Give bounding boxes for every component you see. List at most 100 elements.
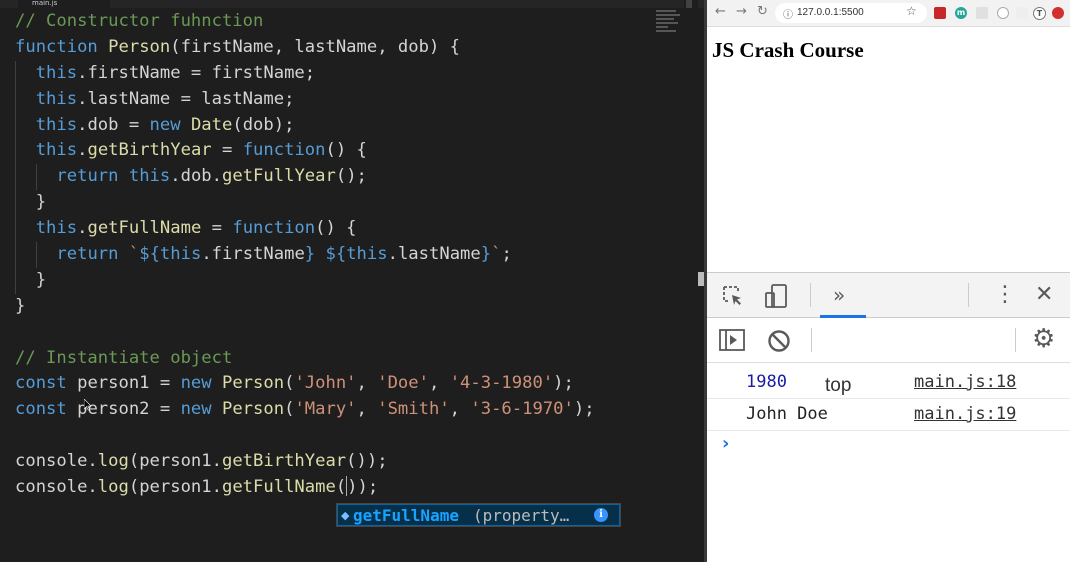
code-token: 'Mary': [294, 399, 357, 420]
bookmark-star-icon[interactable]: ☆: [906, 4, 917, 18]
code-line[interactable]: function Person(firstName, lastName, dob…: [15, 35, 595, 61]
code-line[interactable]: console.log(person1.getFullName());: [15, 475, 595, 501]
code-token: () {: [325, 140, 367, 161]
code-token: '4-3-1980': [449, 373, 554, 394]
device-toolbar-icon[interactable]: [764, 283, 790, 315]
code-token: person1 =: [66, 373, 181, 394]
more-tabs-chevron-icon[interactable]: »: [833, 283, 845, 307]
code-token: (person1.: [128, 477, 222, 498]
code-token: console.: [15, 451, 98, 472]
code-line[interactable]: this.firstName = firstName;: [15, 60, 595, 87]
log-source-link[interactable]: main.js:19: [914, 404, 1016, 424]
editor-scrollbar[interactable]: [684, 0, 698, 562]
extension-box-icon[interactable]: [1016, 7, 1028, 19]
extension-red-icon[interactable]: [934, 7, 946, 19]
suggestion-label: getFullName: [353, 505, 459, 525]
code-token: new: [180, 373, 212, 394]
code-token: .: [77, 140, 88, 161]
code-token: getFullName: [87, 218, 202, 239]
code-token: );: [553, 373, 574, 394]
console-log-row: 1980 main.js:18: [707, 366, 1070, 399]
log-source-link[interactable]: main.js:18: [914, 372, 1016, 392]
toolbar-separator: [811, 328, 812, 352]
code-token: 'Doe': [377, 373, 429, 394]
code-token: function: [232, 218, 316, 239]
code-line[interactable]: }: [15, 294, 595, 320]
extension-red-circle-icon[interactable]: [1052, 7, 1064, 19]
log-message: 1980: [746, 372, 787, 392]
code-token: Person: [221, 399, 285, 420]
forward-arrow-icon[interactable]: →: [736, 4, 747, 20]
code-line[interactable]: console.log(person1.getBirthYear());: [15, 449, 595, 475]
inspect-element-icon[interactable]: [721, 284, 745, 314]
code-line[interactable]: [15, 423, 595, 449]
code-token: ,: [428, 373, 450, 394]
code-line[interactable]: // Instantiate object: [15, 346, 595, 372]
kebab-menu-icon[interactable]: ⋮: [994, 283, 1016, 307]
code-line[interactable]: // Constructor fuhnction: [15, 9, 595, 35]
code-token: this: [35, 218, 78, 239]
extension-circle-icon[interactable]: [997, 7, 1009, 19]
code-line[interactable]: [15, 320, 595, 346]
code-token: ());: [346, 451, 388, 472]
console-toolbar: top ⚙: [707, 318, 1070, 396]
code-line[interactable]: this.getFullName = function() {: [15, 216, 595, 243]
split-handle[interactable]: [698, 272, 704, 286]
code-token: new: [149, 114, 181, 135]
code-token: new: [180, 399, 212, 420]
reload-icon[interactable]: ↻: [757, 4, 768, 20]
code-line[interactable]: }: [15, 190, 595, 217]
code-token: Date: [190, 114, 233, 135]
code-token: ,: [356, 373, 378, 394]
code-line[interactable]: return `${this.firstName} ${this.lastNam…: [15, 242, 595, 268]
back-arrow-icon[interactable]: ←: [715, 4, 726, 20]
code-token: this: [35, 62, 78, 83]
extension-grey-icon[interactable]: [976, 7, 988, 19]
extension-t-icon[interactable]: T: [1033, 7, 1046, 20]
code-token: this: [35, 88, 78, 109]
indent-guide: [35, 164, 37, 191]
code-token: Person: [108, 36, 171, 57]
code-token: ,: [449, 399, 471, 420]
toolbar-separator: [810, 283, 811, 307]
code-token: `: [128, 244, 140, 265]
autocomplete-widget[interactable]: ◆ getFullName (property… i: [336, 503, 621, 527]
browser-toolbar: ← → ↻ ⓘ 127.0.0.1:5500 ☆ m T: [707, 0, 1070, 27]
info-circle-icon[interactable]: ⓘ: [783, 6, 793, 21]
code-line[interactable]: return this.dob.getFullYear();: [15, 164, 595, 191]
code-token: (: [284, 399, 295, 420]
code-area[interactable]: // Constructor fuhnction function Person(…: [15, 9, 595, 501]
code-line[interactable]: const person2 = new Person('Mary', 'Smit…: [15, 397, 595, 423]
sidebar-toggle-icon[interactable]: [719, 329, 745, 357]
scrollbar-thumb[interactable]: [686, 0, 692, 8]
console-prompt-icon[interactable]: ›: [722, 433, 729, 454]
editor-tab-main-js[interactable]: main.js: [18, 0, 110, 8]
info-icon[interactable]: i: [594, 508, 608, 522]
url-text: 127.0.0.1:5500: [797, 7, 864, 18]
code-token: .dob =: [77, 114, 150, 135]
code-line[interactable]: const person1 = new Person('John', 'Doe'…: [15, 371, 595, 397]
code-token: const: [15, 399, 67, 420]
code-line[interactable]: }: [15, 267, 595, 294]
code-token: console.: [15, 477, 98, 498]
code-line[interactable]: this.getBirthYear = function() {: [15, 138, 595, 165]
indent-guide: [15, 190, 16, 217]
console-log-row: John Doe main.js:19: [707, 398, 1070, 431]
address-bar[interactable]: ⓘ 127.0.0.1:5500: [775, 3, 927, 23]
page-heading: JS Crash Course: [712, 38, 864, 62]
code-token: =: [211, 140, 243, 161]
clear-console-icon[interactable]: [767, 329, 791, 359]
code-line[interactable]: this.dob = new Date(dob);: [15, 112, 595, 139]
extension-m-icon[interactable]: m: [955, 7, 967, 19]
close-icon[interactable]: ✕: [1035, 283, 1053, 307]
code-line[interactable]: this.lastName = lastName;: [15, 86, 595, 113]
minimap[interactable]: [656, 10, 682, 36]
code-editor[interactable]: main.js // Constructor fuhnction function…: [0, 0, 704, 562]
toolbar-separator: [968, 283, 969, 307]
settings-gear-icon[interactable]: ⚙: [1032, 326, 1055, 352]
